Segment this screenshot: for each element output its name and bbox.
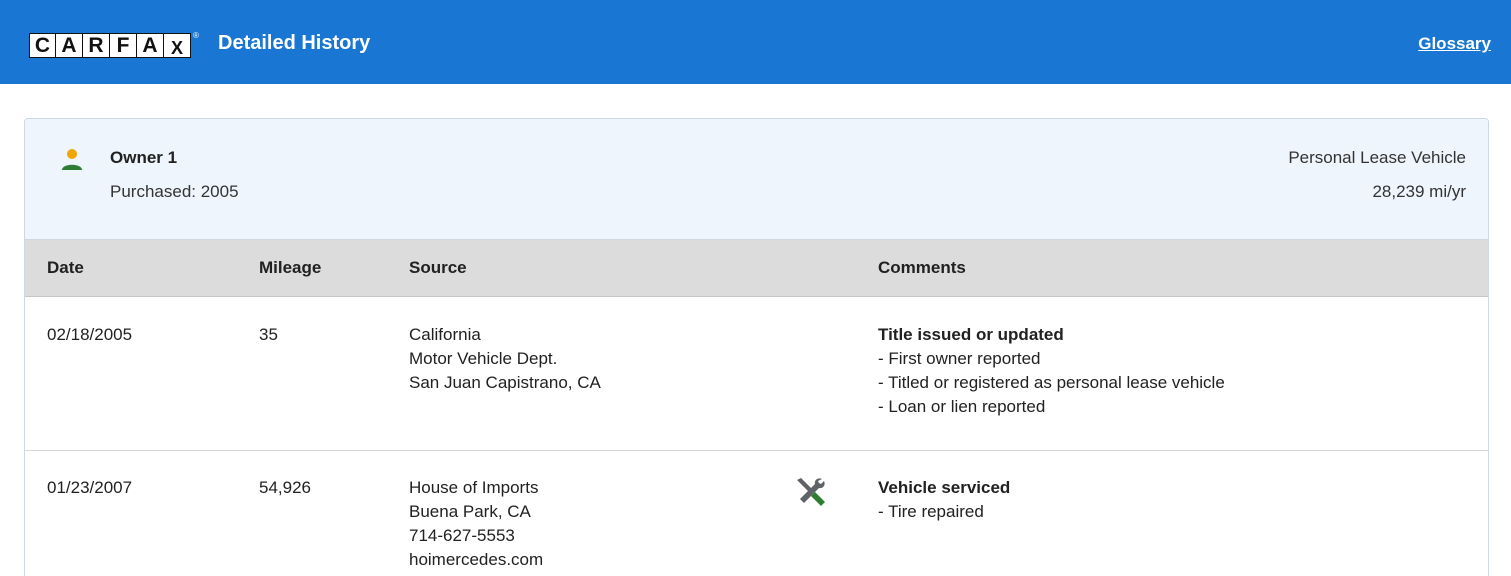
comment-item: - Tire repaired	[878, 502, 984, 521]
row-comments: Vehicle serviced - Tire repaired	[878, 476, 1010, 524]
source-line: 714-627-5553	[409, 526, 515, 545]
table-row: 02/18/2005 35 California Motor Vehicle D…	[25, 298, 1488, 451]
registered-mark: ®	[193, 31, 199, 40]
source-line: House of Imports	[409, 478, 539, 497]
row-source: House of Imports Buena Park, CA 714-627-…	[409, 476, 543, 572]
glossary-link[interactable]: Glossary	[1418, 34, 1491, 54]
table-header: Date Mileage Source Comments	[25, 240, 1488, 297]
owner-name: Owner 1	[110, 148, 178, 167]
column-header-mileage: Mileage	[259, 258, 322, 277]
row-comments: Title issued or updated - First owner re…	[878, 323, 1225, 419]
source-line: hoimercedes.com	[409, 550, 544, 569]
row-mileage: 35	[259, 325, 278, 344]
logo-letter: C	[29, 33, 56, 58]
logo-letter: A	[137, 33, 164, 58]
comment-item: - Titled or registered as personal lease…	[878, 373, 1225, 392]
owner-purchased: Purchased: 2005	[110, 182, 239, 201]
comment-title: Title issued or updated	[878, 325, 1064, 344]
row-date: 01/23/2007	[47, 478, 133, 497]
column-header-comments: Comments	[878, 258, 966, 277]
column-header-source: Source	[409, 258, 467, 277]
carfax-logo: C A R F A X ®	[29, 31, 199, 58]
owner-summary: Owner 1 Purchased: 2005 Personal Lease V…	[25, 119, 1488, 240]
owner-history-card: Owner 1 Purchased: 2005 Personal Lease V…	[24, 118, 1489, 576]
logo-letter: X	[164, 33, 191, 58]
logo-letter: A	[56, 33, 83, 58]
source-line: Buena Park, CA	[409, 502, 531, 521]
source-line: Motor Vehicle Dept.	[409, 349, 558, 368]
row-date: 02/18/2005	[47, 325, 133, 344]
logo-letter: R	[83, 33, 110, 58]
row-mileage: 54,926	[259, 478, 311, 497]
logo-letter: F	[110, 33, 137, 58]
comment-item: - First owner reported	[878, 349, 1041, 368]
header-bar: C A R F A X ® Detailed History Glossary	[0, 0, 1511, 84]
service-tools-icon	[797, 478, 825, 506]
person-icon	[62, 149, 82, 170]
row-source: California Motor Vehicle Dept. San Juan …	[409, 323, 601, 395]
page-title: Detailed History	[218, 32, 371, 54]
column-header-date: Date	[47, 258, 84, 277]
annual-mileage: 28,239 mi/yr	[1372, 182, 1466, 201]
source-line: California	[409, 325, 481, 344]
vehicle-type: Personal Lease Vehicle	[1288, 148, 1466, 167]
comment-title: Vehicle serviced	[878, 478, 1011, 497]
table-row: 01/23/2007 54,926 House of Imports Buena…	[25, 452, 1488, 576]
comment-item: - Loan or lien reported	[878, 397, 1046, 416]
source-line: San Juan Capistrano, CA	[409, 373, 601, 392]
